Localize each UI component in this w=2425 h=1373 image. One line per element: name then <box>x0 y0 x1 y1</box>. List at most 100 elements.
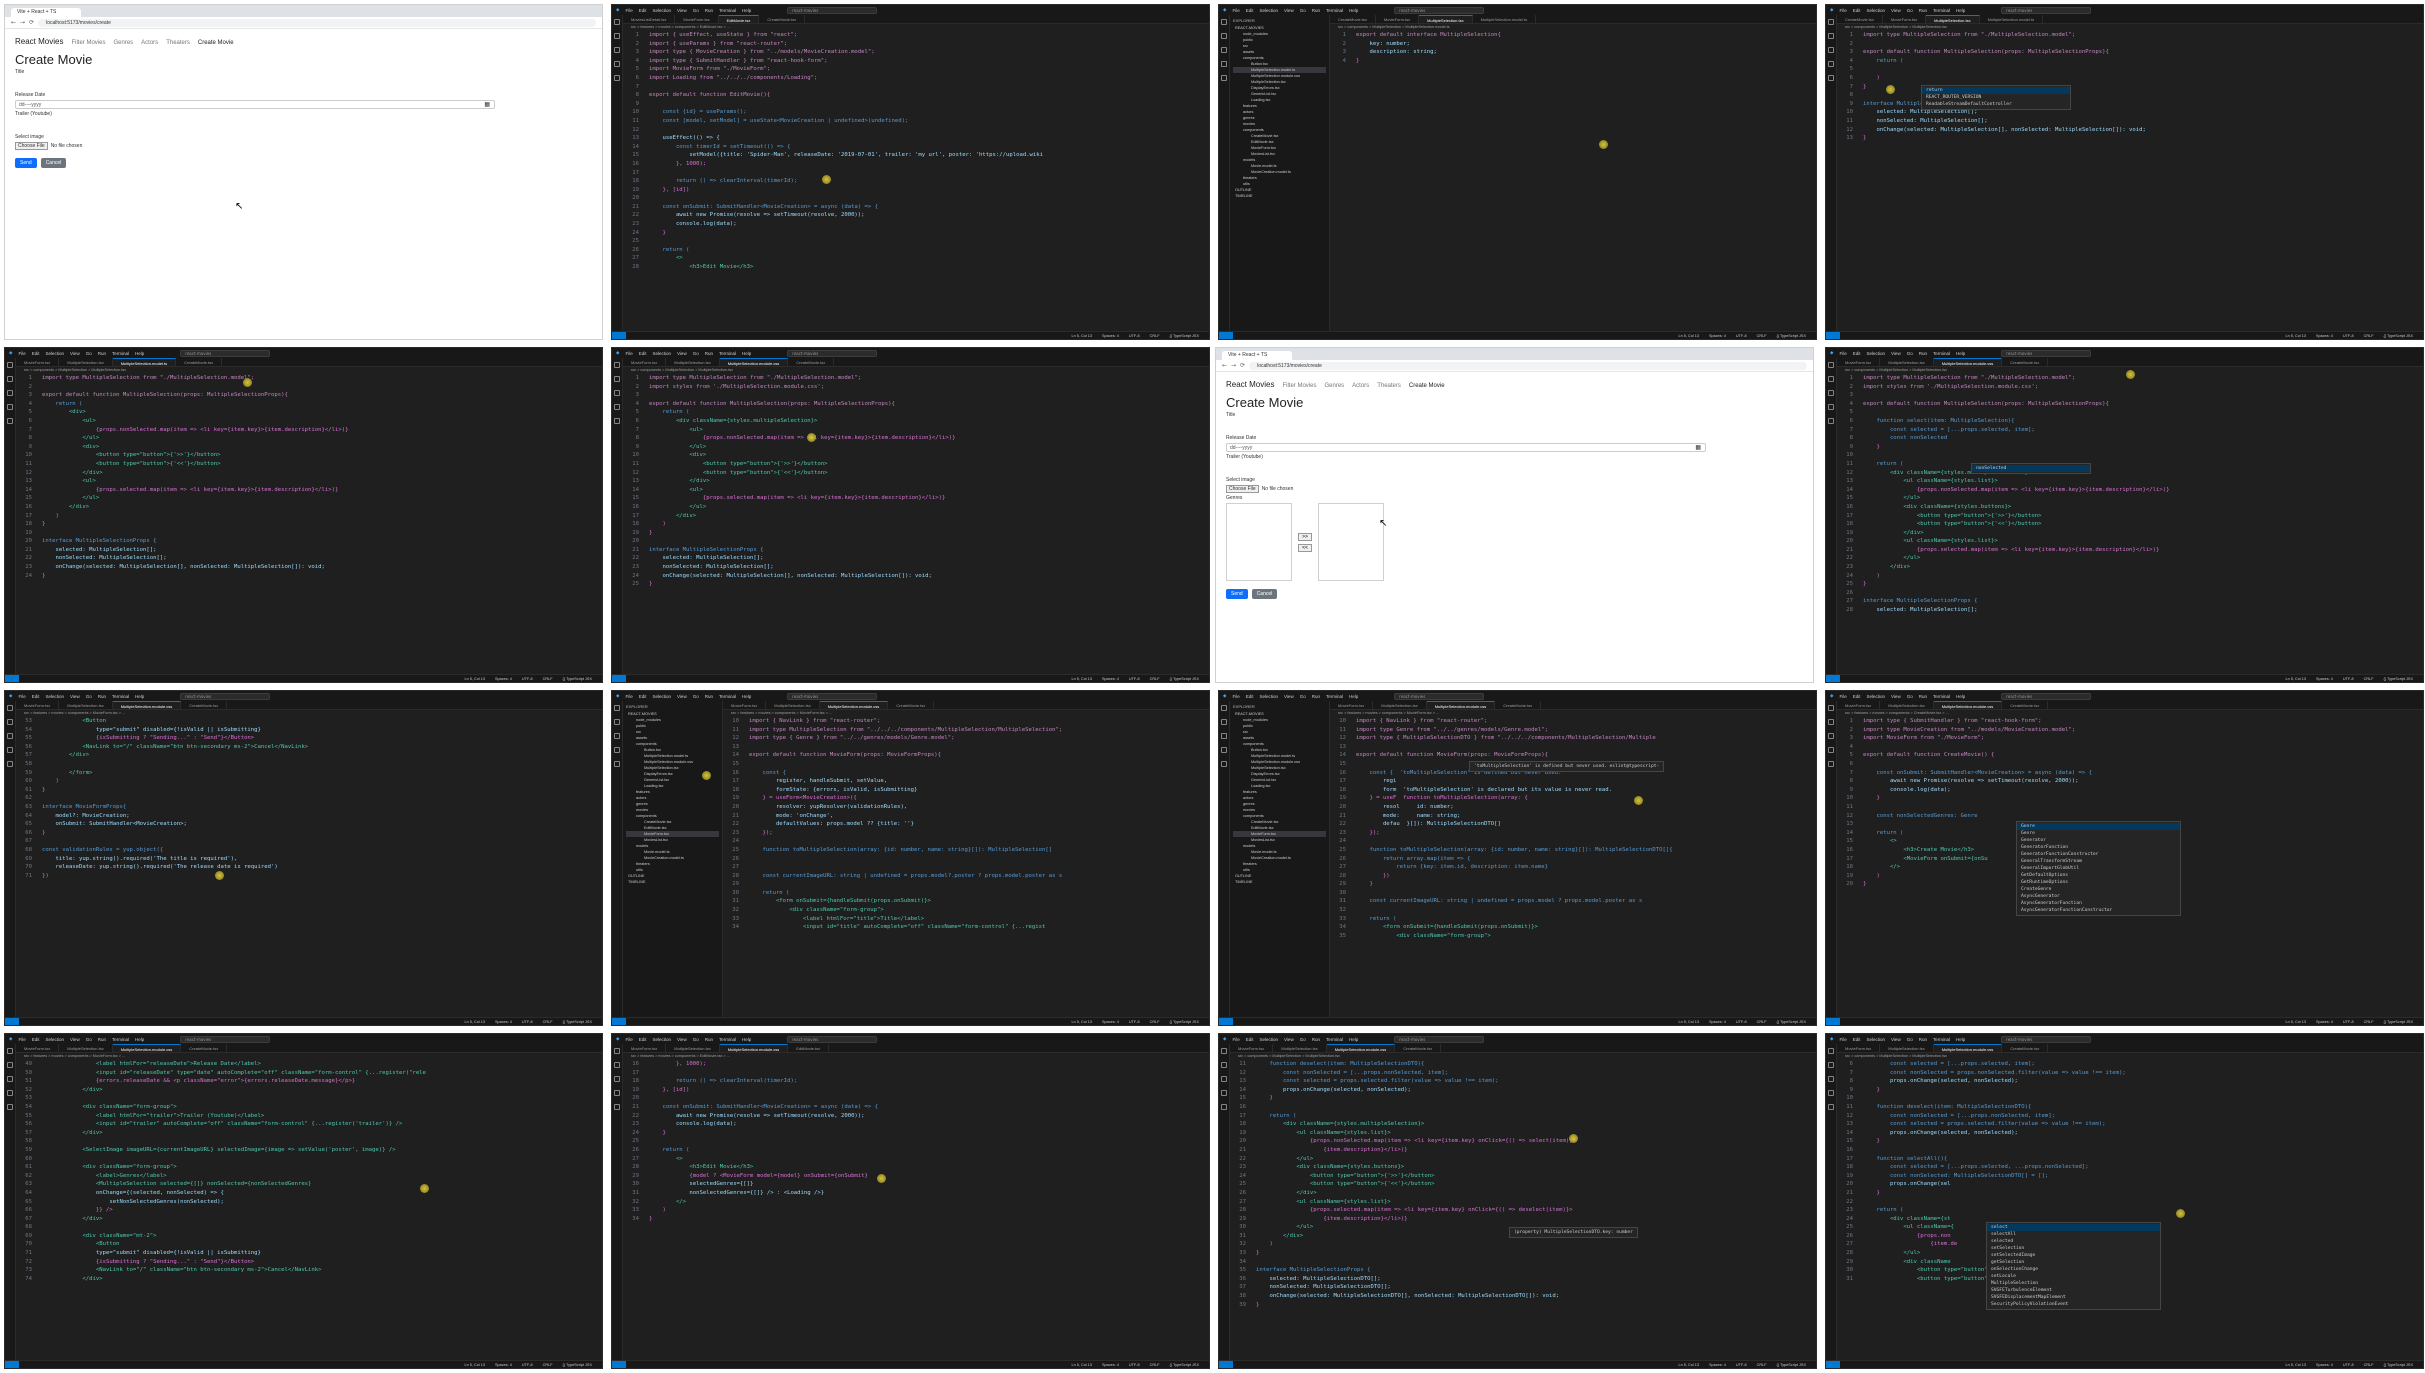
editor-tab[interactable]: MovieForm.tsx <box>1330 701 1374 709</box>
menu-item-selection[interactable]: Selection <box>46 1037 65 1042</box>
status-item[interactable]: Spaces: 4 <box>1102 675 1119 682</box>
extensions-icon[interactable] <box>614 75 620 81</box>
status-item[interactable]: Spaces: 4 <box>1709 1018 1726 1025</box>
menu-item-help[interactable]: Help <box>135 694 144 699</box>
reload-icon[interactable]: ⟳ <box>1240 362 1245 369</box>
menu-item-go[interactable]: Go <box>1907 694 1913 699</box>
calendar-icon[interactable]: ▦ <box>484 101 490 109</box>
menu-item-edit[interactable]: Edit <box>1246 1037 1254 1042</box>
extensions-icon[interactable] <box>614 418 620 424</box>
forward-icon[interactable]: → <box>1231 362 1236 369</box>
search-icon[interactable] <box>614 1062 620 1068</box>
menu-item-view[interactable]: View <box>677 694 687 699</box>
status-item[interactable]: UTF-8 <box>1129 332 1140 339</box>
code-editor[interactable]: 1 import type MultipleSelection from "./M… <box>1837 374 2423 674</box>
explorer-icon[interactable] <box>7 705 13 711</box>
extensions-icon[interactable] <box>614 1104 620 1110</box>
status-item[interactable]: CRLF <box>1757 1361 1767 1368</box>
menu-item-run[interactable]: Run <box>705 1037 713 1042</box>
status-item[interactable]: Ln 5, Col 13 <box>464 675 484 682</box>
extensions-icon[interactable] <box>7 761 13 767</box>
autocomplete-item[interactable]: CreateGenre <box>2017 886 2180 893</box>
status-item[interactable]: CRLF <box>1757 1018 1767 1025</box>
browser-tab[interactable]: Vite + React + TS <box>1222 351 1292 360</box>
source-control-icon[interactable] <box>614 390 620 396</box>
remote-indicator-icon[interactable] <box>612 332 626 339</box>
menu-item-terminal[interactable]: Terminal <box>719 8 736 13</box>
menu-item-run[interactable]: Run <box>705 8 713 13</box>
breadcrumb[interactable]: src > features > movies > components > E… <box>623 1053 1209 1060</box>
source-control-icon[interactable] <box>7 733 13 739</box>
menu-item-view[interactable]: View <box>1284 8 1294 13</box>
editor-tab[interactable]: MultipleSelection.tsx <box>1880 1044 1934 1052</box>
run-debug-icon[interactable] <box>614 1090 620 1096</box>
menu-item-go[interactable]: Go <box>86 351 92 356</box>
remote-indicator-icon[interactable] <box>1219 332 1233 339</box>
status-item[interactable]: {} TypeScript JSX <box>2384 675 2413 682</box>
menu-item-edit[interactable]: Edit <box>1853 351 1861 356</box>
search-icon[interactable] <box>1828 719 1834 725</box>
autocomplete-item[interactable]: setLocale <box>1987 1273 2160 1280</box>
menu-item-run[interactable]: Run <box>705 694 713 699</box>
remote-indicator-icon[interactable] <box>5 1018 19 1025</box>
menu-item-terminal[interactable]: Terminal <box>1326 694 1343 699</box>
autocomplete-item[interactable]: return <box>1922 87 2070 94</box>
source-control-icon[interactable] <box>1221 47 1227 53</box>
autocomplete-item[interactable]: Generator <box>2017 837 2180 844</box>
menu-item-edit[interactable]: Edit <box>32 1037 40 1042</box>
menu-item-file[interactable]: File <box>1839 351 1846 356</box>
menu-item-run[interactable]: Run <box>98 351 106 356</box>
menu-item-run[interactable]: Run <box>1919 8 1927 13</box>
command-center-search[interactable]: react-movies <box>180 1035 271 1043</box>
forward-icon[interactable]: → <box>20 19 25 26</box>
search-icon[interactable] <box>1221 33 1227 39</box>
run-debug-icon[interactable] <box>7 747 13 753</box>
editor-tab[interactable]: MultipleSelection.tsx <box>59 701 113 709</box>
menu-item-help[interactable]: Help <box>135 1037 144 1042</box>
menu-item-edit[interactable]: Edit <box>639 1037 647 1042</box>
status-item[interactable]: CRLF <box>1757 332 1767 339</box>
nav-filter-movies[interactable]: Filter Movies <box>71 40 105 46</box>
menu-item-run[interactable]: Run <box>1919 694 1927 699</box>
breadcrumb[interactable]: src > features > movies > components > C… <box>1837 710 2423 717</box>
breadcrumb[interactable]: src > components > MultipleSelection > M… <box>1230 1053 1816 1060</box>
editor-tab[interactable]: CreateMovie.tsx <box>759 15 806 23</box>
choose-file-button[interactable]: Choose File <box>1226 485 1259 493</box>
command-center-search[interactable]: react-movies <box>2001 6 2092 14</box>
run-debug-icon[interactable] <box>7 1090 13 1096</box>
code-editor[interactable]: 1 import type MultipleSelection from "./M… <box>623 374 1209 674</box>
editor-tab[interactable]: MultipleSelection.module.css <box>1326 1044 1396 1052</box>
menu-item-run[interactable]: Run <box>1919 351 1927 356</box>
status-item[interactable]: CRLF <box>1150 332 1160 339</box>
remote-indicator-icon[interactable] <box>5 1361 19 1368</box>
autocomplete-item[interactable]: setSelectedImage <box>1987 1252 2160 1259</box>
url-input[interactable]: localhost:5173/movies/create <box>38 18 596 27</box>
editor-tab[interactable]: CreateMovie.tsx <box>1495 701 1542 709</box>
explorer-icon[interactable] <box>614 19 620 25</box>
explorer-icon[interactable] <box>614 705 620 711</box>
status-item[interactable]: Ln 5, Col 13 <box>2285 1361 2305 1368</box>
reload-icon[interactable]: ⟳ <box>29 19 34 26</box>
autocomplete-item[interactable]: AsyncGenerator <box>2017 893 2180 900</box>
status-item[interactable]: Ln 5, Col 13 <box>1071 1018 1091 1025</box>
menu-item-run[interactable]: Run <box>1919 1037 1927 1042</box>
extensions-icon[interactable] <box>1221 75 1227 81</box>
editor-tab[interactable]: MovieForm.tsx <box>675 15 719 23</box>
autocomplete-item[interactable]: getSelection <box>1987 1259 2160 1266</box>
title-input[interactable] <box>1226 420 1706 429</box>
run-debug-icon[interactable] <box>7 404 13 410</box>
search-icon[interactable] <box>7 376 13 382</box>
run-debug-icon[interactable] <box>614 747 620 753</box>
breadcrumb[interactable]: src > components > MultipleSelection > M… <box>1330 24 1816 31</box>
editor-tab[interactable]: CreateMovie.tsx <box>2002 1044 2049 1052</box>
status-item[interactable]: Spaces: 4 <box>1102 1361 1119 1368</box>
menu-item-view[interactable]: View <box>70 694 80 699</box>
code-editor[interactable]: 6 const selected = [...props.selected, i… <box>1837 1060 2423 1360</box>
menu-item-edit[interactable]: Edit <box>639 8 647 13</box>
editor-tab[interactable]: MultipleSelection.module.css <box>719 1044 789 1052</box>
editor-tab[interactable]: MultipleSelection.tsx <box>766 701 820 709</box>
status-item[interactable]: CRLF <box>1150 675 1160 682</box>
status-item[interactable]: Ln 5, Col 13 <box>2285 332 2305 339</box>
code-editor[interactable]: 1 import { useEffect, useState } from "re… <box>623 31 1209 331</box>
search-icon[interactable] <box>614 376 620 382</box>
